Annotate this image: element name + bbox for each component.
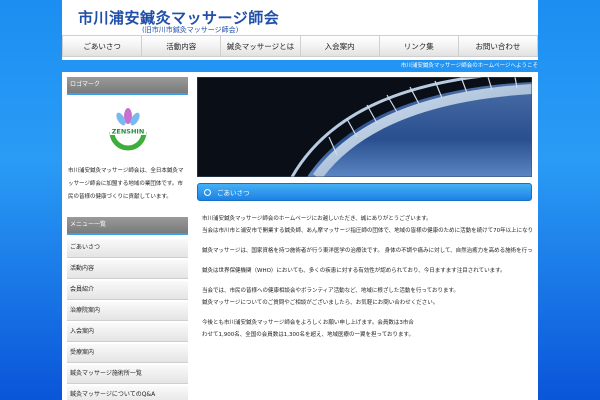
greeting-body: 市川浦安鍼灸マッサージ師会のホームページにお越しいただき、誠にありがとうございま… [197, 213, 532, 341]
logo-text: ZENSHIN [111, 128, 144, 136]
nav-item-activities[interactable]: 活動内容 [142, 36, 222, 56]
paragraph: 今後とも市川浦安鍼灸マッサージ師会をよろしくお願い申し上げます。会員数は3市合 [202, 320, 414, 326]
sidebar-menu: メニュー一覧 ごあいさつ 活動内容 会員紹介 治療院案内 入会案内 受療案内 鍼… [67, 217, 188, 400]
paragraph-block-2: 当会では、市民の皆様への健康相談会やボランティア活動など、地域に根ざした活動を行… [202, 285, 532, 309]
nav-item-about[interactable]: 鍼灸マッサージとは [221, 36, 301, 56]
content-area: ごあいさつ 市川浦安鍼灸マッサージ師会のホームページにお越しいただき、誠にありが… [197, 77, 532, 341]
sidebar-item-membership[interactable]: 入会案内 [67, 323, 188, 342]
paragraph: 市川浦安鍼灸マッサージ師会のホームページにお越しいただき、誠にありがとうございま… [202, 216, 432, 222]
nav-item-greeting[interactable]: ごあいさつ [63, 36, 143, 56]
nav-item-links[interactable]: リンク集 [380, 36, 459, 56]
main-panel: ロゴマーク ZENSHIN 市川浦安鍼灸マッサージ師会は、全日本鍼灸マッサージ師… [62, 72, 538, 400]
sidebar-item-treatment[interactable]: 受療案内 [67, 344, 188, 363]
sidebar: ロゴマーク ZENSHIN 市川浦安鍼灸マッサージ師会は、全日本鍼灸マッサージ師… [67, 77, 188, 400]
logo-heading: ロゴマーク [67, 77, 188, 95]
paragraph-block-3: 今後とも市川浦安鍼灸マッサージ師会をよろしくお願い申し上げます。会員数は3市合 … [202, 317, 532, 341]
paragraph: 当会では、市民の皆様への健康相談会やボランティア活動など、地域に根ざした活動を行… [202, 288, 459, 294]
site-subtitle: (旧市川市鍼灸マッサージ師会) [142, 26, 239, 34]
welcome-ticker: 市川浦安鍼灸マッサージ師会のホームページへようこそ [400, 63, 538, 69]
nav-item-contact[interactable]: お問い合わせ [459, 36, 537, 56]
paragraph: わせて1,900名、全国の会員数は1,300名を超え、地域医療の一翼を担っており… [202, 332, 415, 338]
sidebar-item-activities[interactable]: 活動内容 [67, 260, 188, 279]
global-nav: ごあいさつ 活動内容 鍼灸マッサージとは 入会案内 リンク集 お問い合わせ [62, 35, 538, 57]
sidebar-item-clinic-list[interactable]: 鍼灸マッサージ施術所一覧 [67, 365, 188, 384]
paragraph: 鍼灸マッサージについてのご質問やご相談がございましたら、お気軽にお問い合わせくだ… [202, 300, 439, 306]
sidebar-item-members[interactable]: 会員紹介 [67, 281, 188, 300]
sidebar-item-faq[interactable]: 鍼灸マッサージについてのQ&A [67, 386, 188, 400]
paragraph-with-link[interactable]: 鍼灸マッサージは、国家資格を持つ施術者が行う東洋医学の治療法です。 身体の不調や… [202, 245, 532, 257]
association-description: 市川浦安鍼灸マッサージ師会は、全日本鍼灸マッサージ師会に加盟する地域の業団体です… [68, 168, 184, 200]
site-header: 市川浦安鍼灸マッサージ師会 (旧市川市鍼灸マッサージ師会) ごあいさつ 活動内容… [62, 0, 538, 60]
circle-bullet-icon [204, 188, 211, 196]
paragraph: 当会は市川市と浦安市で開業する鍼灸師、あん摩マッサージ指圧師の団体で、地域の皆様… [202, 228, 532, 234]
zenshin-logo-icon: ZENSHIN [109, 108, 146, 151]
nav-item-membership[interactable]: 入会案内 [301, 36, 380, 56]
menu-heading: メニュー一覧 [67, 217, 188, 235]
sidebar-item-clinics[interactable]: 治療院案内 [67, 302, 188, 321]
paragraph: 鍼灸は世界保健機関（WHO）においても、多くの疾患に対する有効性が認められており… [202, 268, 506, 274]
sidebar-item-greeting[interactable]: ごあいさつ [67, 239, 188, 258]
zenshin-logo[interactable]: ZENSHIN [67, 95, 188, 165]
section-header: ごあいさつ [197, 183, 532, 201]
paragraph-block-1: 市川浦安鍼灸マッサージ師会のホームページにお越しいただき、誠にありがとうございま… [202, 213, 532, 237]
hero-architecture-image [197, 77, 532, 177]
hero-image [197, 77, 532, 177]
section-title: ごあいさつ [217, 189, 250, 197]
